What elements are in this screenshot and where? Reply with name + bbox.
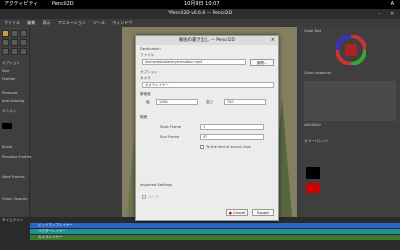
tray-indicator[interactable]: A xyxy=(391,0,394,9)
hex-value[interactable]: #000000 xyxy=(304,123,321,127)
end-frame-label: End Frame xyxy=(160,135,180,139)
brush-label: Brush xyxy=(2,145,13,149)
cancel-button[interactable]: ● Cancel xyxy=(226,209,248,216)
gif-settings-heading: Imported Settings xyxy=(140,183,173,187)
left-tool-panel: オプション Size Feather Pressure Anti-Aliasin… xyxy=(0,27,31,227)
camera-label: カメラ xyxy=(140,76,151,80)
app-menu[interactable]: Pencil2D xyxy=(52,0,74,9)
loop-label: ループ xyxy=(148,195,159,199)
hand-tool-icon[interactable] xyxy=(11,39,18,46)
dialog-title: 動画の書き出し — Pencil2D × xyxy=(136,36,278,45)
width-label: 幅 xyxy=(146,100,150,104)
export-button-label: Export xyxy=(257,211,269,215)
next-frames-label[interactable]: Next Frames xyxy=(2,175,25,179)
width-input[interactable]: 1280 xyxy=(156,99,198,105)
menu-animation[interactable]: アニメーション xyxy=(58,20,86,25)
file-path-input[interactable]: /home/daisuke/myanimation.mp4 xyxy=(142,59,246,65)
onion-color-swatch[interactable] xyxy=(2,123,12,129)
select-tool-icon[interactable] xyxy=(20,30,27,37)
color-inspector-heading: Color Inspector xyxy=(304,71,332,75)
height-input[interactable]: 720 xyxy=(224,99,266,105)
bucket-tool-icon[interactable] xyxy=(2,48,9,55)
pencil-tool-icon[interactable] xyxy=(2,30,9,37)
dialog-title-text: 動画の書き出し — Pencil2D xyxy=(179,38,235,43)
end-frame-input[interactable]: 47 xyxy=(200,134,264,140)
window-title: *Pencil2D v0.6.6 — Pencil2D xyxy=(0,9,400,19)
menu-view[interactable]: 表示 xyxy=(43,20,51,25)
start-frame-input[interactable]: 1 xyxy=(200,124,264,130)
eraser-tool-icon[interactable] xyxy=(11,30,18,37)
export-movie-dialog: 動画の書き出し — Pencil2D × Destination ファイル /h… xyxy=(135,35,279,221)
palette-red-swatch[interactable] xyxy=(306,183,320,193)
close-icon[interactable]: × xyxy=(390,11,394,17)
color-sliders[interactable] xyxy=(304,81,396,121)
sound-checkbox-label: To the end of sound clips xyxy=(206,145,251,149)
right-panel: Color Box Color Inspector #000000 カラーパレッ… xyxy=(300,27,400,227)
pressure-label[interactable]: Pressure xyxy=(2,91,17,95)
anti-aliasing-label[interactable]: Anti-Aliasing xyxy=(2,99,24,103)
destination-heading: Destination xyxy=(140,47,161,51)
menu-edit[interactable]: 編集 xyxy=(27,20,35,25)
onion-heading: オニオン xyxy=(2,109,17,113)
export-button[interactable]: Export xyxy=(252,209,274,216)
file-label: ファイル xyxy=(140,53,155,57)
cancel-icon: ● xyxy=(228,211,232,215)
menu-window[interactable]: ウィンドウ xyxy=(112,20,132,25)
resolution-heading: 解像度 xyxy=(140,92,151,96)
color-box-heading: Color Box xyxy=(304,29,322,33)
timeline-layer-camera[interactable]: カメラレイヤー xyxy=(30,235,400,240)
camera-select[interactable]: カメラレイヤー xyxy=(142,82,274,88)
timeline-layer-vector[interactable]: ベクターレイヤー xyxy=(30,229,400,234)
timeline-heading: タイムライン xyxy=(2,218,24,222)
timeline-layer-bitmap[interactable]: ビットマップレイヤー xyxy=(30,223,400,228)
sound-checkbox[interactable] xyxy=(200,145,204,149)
clock[interactable]: 10月9日 10:07 xyxy=(184,0,220,9)
eyedropper-tool-icon[interactable] xyxy=(20,48,27,55)
minimize-icon[interactable]: – xyxy=(378,11,381,17)
browse-button[interactable]: 参照... xyxy=(250,59,274,66)
range-heading: 範囲 xyxy=(140,115,148,119)
menu-file[interactable]: ファイル xyxy=(4,20,20,25)
color-wheel[interactable] xyxy=(336,35,366,65)
options-heading: オプション xyxy=(2,61,20,65)
brush-tool-icon[interactable] xyxy=(11,48,18,55)
dialog-close-icon[interactable]: × xyxy=(271,36,275,45)
menu-bar: ファイル 編集 表示 アニメーション ツール ウィンドウ ヘルプ xyxy=(0,19,140,33)
previous-frames-label[interactable]: Previous Frames xyxy=(2,155,31,159)
timeline-panel: タイムライン ビットマップレイヤー ベクターレイヤー カメラレイヤー xyxy=(0,217,400,250)
menu-tools[interactable]: ツール xyxy=(93,20,105,25)
feather-label: Feather xyxy=(2,77,16,81)
cancel-button-label: Cancel xyxy=(233,211,246,215)
system-top-bar: アクティビティ Pencil2D 10月9日 10:07 A xyxy=(0,0,400,9)
size-label: Size xyxy=(2,69,10,73)
palette-heading: カラーパレット xyxy=(304,139,330,143)
palette-black-swatch[interactable] xyxy=(306,167,320,179)
height-label: 高さ xyxy=(206,100,214,104)
start-frame-label: Start Frame xyxy=(160,125,182,129)
move-tool-icon[interactable] xyxy=(2,39,9,46)
onion-opacity-label: Onion Opacity xyxy=(2,197,28,201)
options-heading: オプション xyxy=(140,70,158,74)
activities-button[interactable]: アクティビティ xyxy=(4,0,38,9)
loop-checkbox[interactable] xyxy=(142,195,146,199)
pen-tool-icon[interactable] xyxy=(20,39,27,46)
